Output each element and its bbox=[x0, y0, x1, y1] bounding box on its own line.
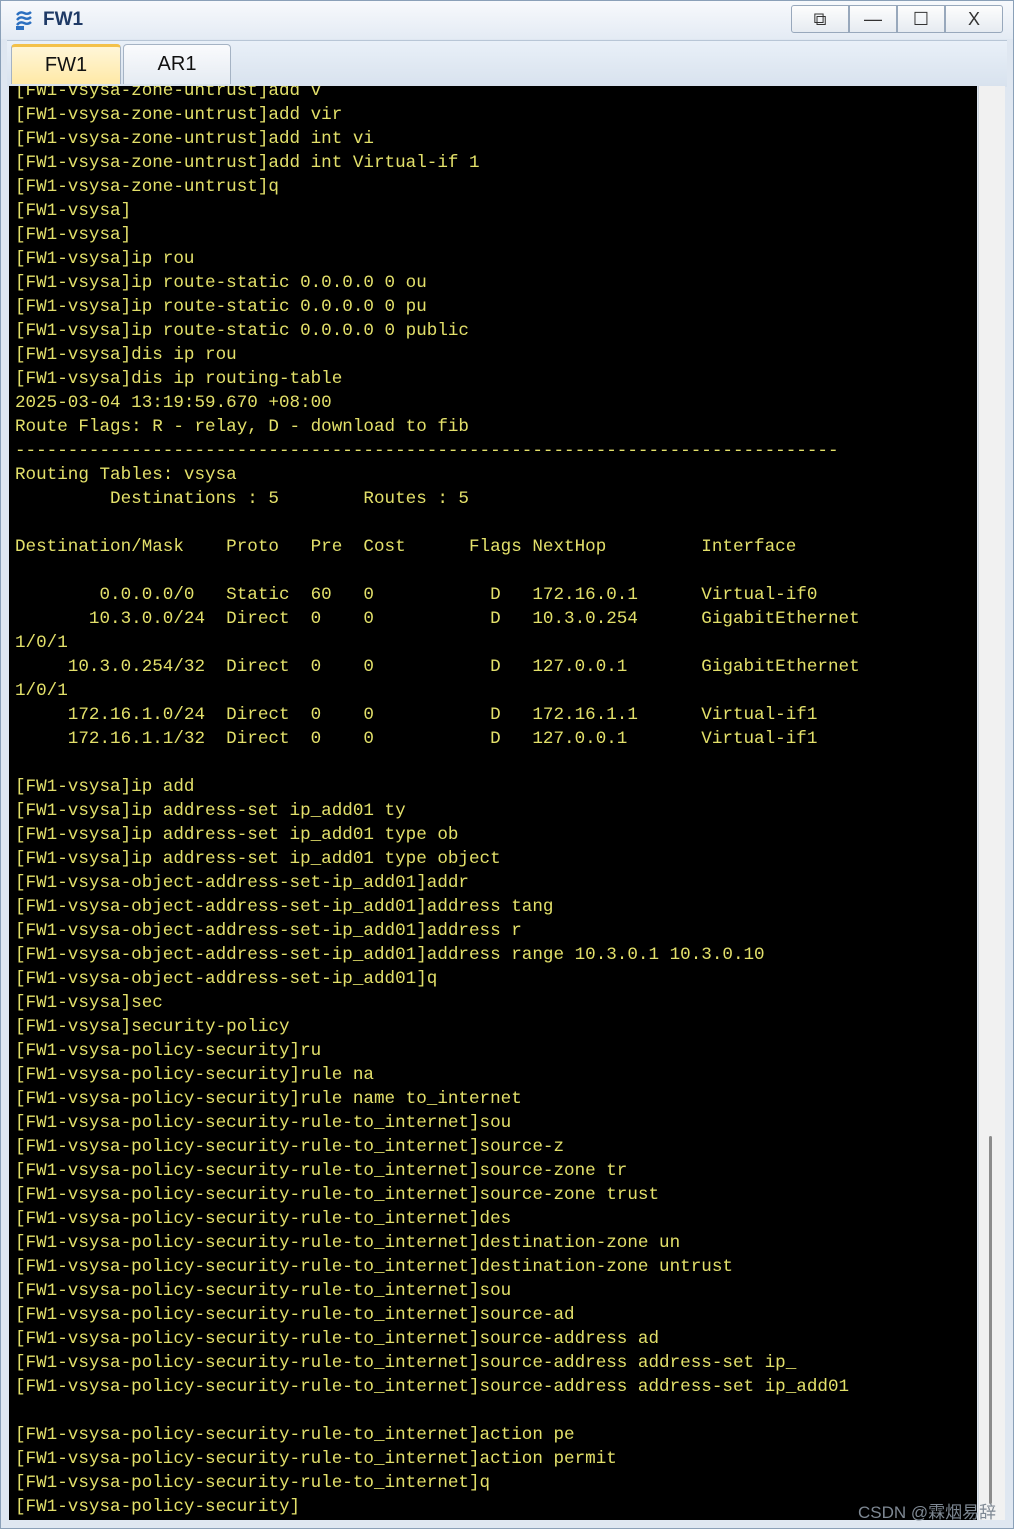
terminal-line: [FW1-vsysa-zone-untrust]add vir bbox=[15, 105, 343, 125]
terminal-line: [FW1-vsysa-policy-security-rule-to_inter… bbox=[15, 1305, 575, 1325]
terminal-line: [FW1-vsysa]sec bbox=[15, 993, 163, 1013]
terminal-line: [FW1-vsysa]dis ip rou bbox=[15, 345, 237, 365]
terminal-line: [FW1-vsysa-policy-security]ru bbox=[15, 1041, 322, 1061]
terminal-line: [FW1-vsysa-policy-security-rule-to_inter… bbox=[15, 1257, 733, 1277]
watermark-text: CSDN @霖烟易辞 bbox=[858, 1503, 997, 1522]
minimize-button[interactable]: — bbox=[849, 5, 897, 33]
terminal-line: ----------------------------------------… bbox=[15, 441, 839, 461]
terminal-line: [FW1-vsysa] bbox=[15, 225, 132, 245]
terminal-line: [FW1-vsysa-zone-untrust]add int vi bbox=[15, 129, 374, 149]
terminal-line: [FW1-vsysa]ip add bbox=[15, 777, 195, 797]
app-icon bbox=[16, 11, 32, 30]
scrollbar-thumb[interactable] bbox=[989, 1136, 992, 1504]
terminal-line: [FW1-vsysa]ip address-set ip_add01 ty bbox=[15, 801, 406, 821]
tab-label: FW1 bbox=[44, 54, 88, 76]
terminal-line: [FW1-vsysa-policy-security-rule-to_inter… bbox=[15, 1113, 512, 1133]
terminal-line: [FW1-vsysa-policy-security]rule name to_… bbox=[15, 1089, 522, 1109]
terminal-line: [FW1-vsysa-policy-security-rule-to_inter… bbox=[15, 1137, 565, 1157]
terminal-line: [FW1-vsysa-policy-security-rule-to_inter… bbox=[15, 1329, 660, 1349]
terminal-line: [FW1-vsysa]ip address-set ip_add01 type … bbox=[15, 825, 459, 845]
title-bar[interactable]: FW1 ⧉ — ☐ X bbox=[1, 1, 1013, 39]
window-title: FW1 bbox=[43, 9, 84, 30]
terminal-line: [FW1-vsysa-zone-untrust]add int Virtual-… bbox=[15, 153, 480, 173]
tab-bar: FW1 AR1 bbox=[7, 40, 1007, 87]
terminal-line: [FW1-vsysa]ip rou bbox=[15, 249, 195, 269]
terminal-line: [FW1-vsysa-policy-security-rule-to_inter… bbox=[15, 1233, 681, 1253]
terminal-line: 172.16.1.0/24 Direct 0 0 D 172.16.1.1 Vi… bbox=[15, 705, 818, 725]
terminal-line: [FW1-vsysa] bbox=[15, 201, 132, 221]
tab-label: AR1 bbox=[157, 53, 197, 75]
terminal-line: [FW1-vsysa-policy-security-rule-to_inter… bbox=[15, 1353, 797, 1373]
terminal-line: [FW1-vsysa-policy-security-rule-to_inter… bbox=[15, 1377, 850, 1397]
terminal-line: [FW1-vsysa]ip route-static 0.0.0.0 0 ou bbox=[15, 273, 427, 293]
terminal-line: Destination/Mask Proto Pre Cost Flags Ne… bbox=[15, 537, 797, 557]
terminal-line: [FW1-vsysa-object-address-set-ip_add01]a… bbox=[15, 897, 554, 917]
maximize-button[interactable]: ☐ bbox=[897, 5, 945, 33]
terminal-line: [FW1-vsysa-policy-security-rule-to_inter… bbox=[15, 1473, 491, 1493]
terminal-line: Routing Tables: vsysa bbox=[15, 465, 237, 485]
terminal-line: [FW1-vsysa-object-address-set-ip_add01]a… bbox=[15, 945, 765, 965]
terminal-line: 0.0.0.0/0 Static 60 0 D 172.16.0.1 Virtu… bbox=[15, 585, 818, 605]
terminal-line: [FW1-vsysa-zone-untrust]add v bbox=[15, 86, 322, 101]
terminal-line: [FW1-vsysa-policy-security-rule-to_inter… bbox=[15, 1425, 575, 1445]
terminal-line: [FW1-vsysa]ip route-static 0.0.0.0 0 pub… bbox=[15, 321, 469, 341]
terminal-line: [FW1-vsysa-object-address-set-ip_add01]q bbox=[15, 969, 438, 989]
terminal-line: [FW1-vsysa-object-address-set-ip_add01]a… bbox=[15, 873, 469, 893]
terminal-line: [FW1-vsysa-policy-security-rule-to_inter… bbox=[15, 1161, 628, 1181]
terminal-line: [FW1-vsysa-policy-security] bbox=[15, 1497, 301, 1517]
terminal-console[interactable]: [FW1-vsysa-zone-untrust]add v [FW1-vsysa-… bbox=[9, 86, 977, 1520]
terminal-line: [FW1-vsysa]dis ip routing-table bbox=[15, 369, 343, 389]
vertical-scrollbar[interactable] bbox=[978, 86, 1005, 1520]
terminal-line: Destinations : 5 Routes : 5 bbox=[15, 489, 469, 509]
minimize-icon: — bbox=[864, 8, 882, 29]
terminal-line: 10.3.0.254/32 Direct 0 0 D 127.0.0.1 Gig… bbox=[15, 657, 860, 677]
terminal-output: [FW1-vsysa-zone-untrust]add v [FW1-vsysa-… bbox=[9, 86, 860, 1519]
terminal-line: [FW1-vsysa-zone-untrust]q bbox=[15, 177, 279, 197]
terminal-line: [FW1-vsysa-policy-security-rule-to_inter… bbox=[15, 1281, 512, 1301]
terminal-line: Route Flags: R - relay, D - download to … bbox=[15, 417, 469, 437]
terminal-line: 172.16.1.1/32 Direct 0 0 D 127.0.0.1 Vir… bbox=[15, 729, 818, 749]
terminal-line: 10.3.0.0/24 Direct 0 0 D 10.3.0.254 Giga… bbox=[15, 609, 860, 629]
terminal-line: [FW1-vsysa-object-address-set-ip_add01]a… bbox=[15, 921, 522, 941]
restore-icon: ⧉ bbox=[813, 8, 827, 29]
terminal-line: [FW1-vsysa-policy-security-rule-to_inter… bbox=[15, 1449, 617, 1469]
terminal-line: [FW1-vsysa-policy-security-rule-to_inter… bbox=[15, 1185, 660, 1205]
tab-fw1[interactable]: FW1 bbox=[11, 44, 121, 84]
terminal-line: [FW1-vsysa]ip address-set ip_add01 type … bbox=[15, 849, 501, 869]
tab-ar1[interactable]: AR1 bbox=[123, 44, 231, 84]
close-button[interactable]: X bbox=[945, 5, 1003, 33]
terminal-line: 1/0/1 bbox=[15, 633, 68, 653]
terminal-line: [FW1-vsysa]ip route-static 0.0.0.0 0 pu bbox=[15, 297, 427, 317]
terminal-line: [FW1-vsysa-policy-security]rule na bbox=[15, 1065, 374, 1085]
restore-button[interactable]: ⧉ bbox=[791, 5, 849, 33]
terminal-line: 1/0/1 bbox=[15, 681, 68, 701]
terminal-line: [FW1-vsysa-policy-security-rule-to_inter… bbox=[15, 1209, 512, 1229]
terminal-line: 2025-03-04 13:19:59.670 +08:00 bbox=[15, 393, 332, 413]
close-icon: X bbox=[967, 8, 980, 29]
terminal-line: [FW1-vsysa]security-policy bbox=[15, 1017, 290, 1037]
maximize-icon: ☐ bbox=[912, 8, 930, 29]
